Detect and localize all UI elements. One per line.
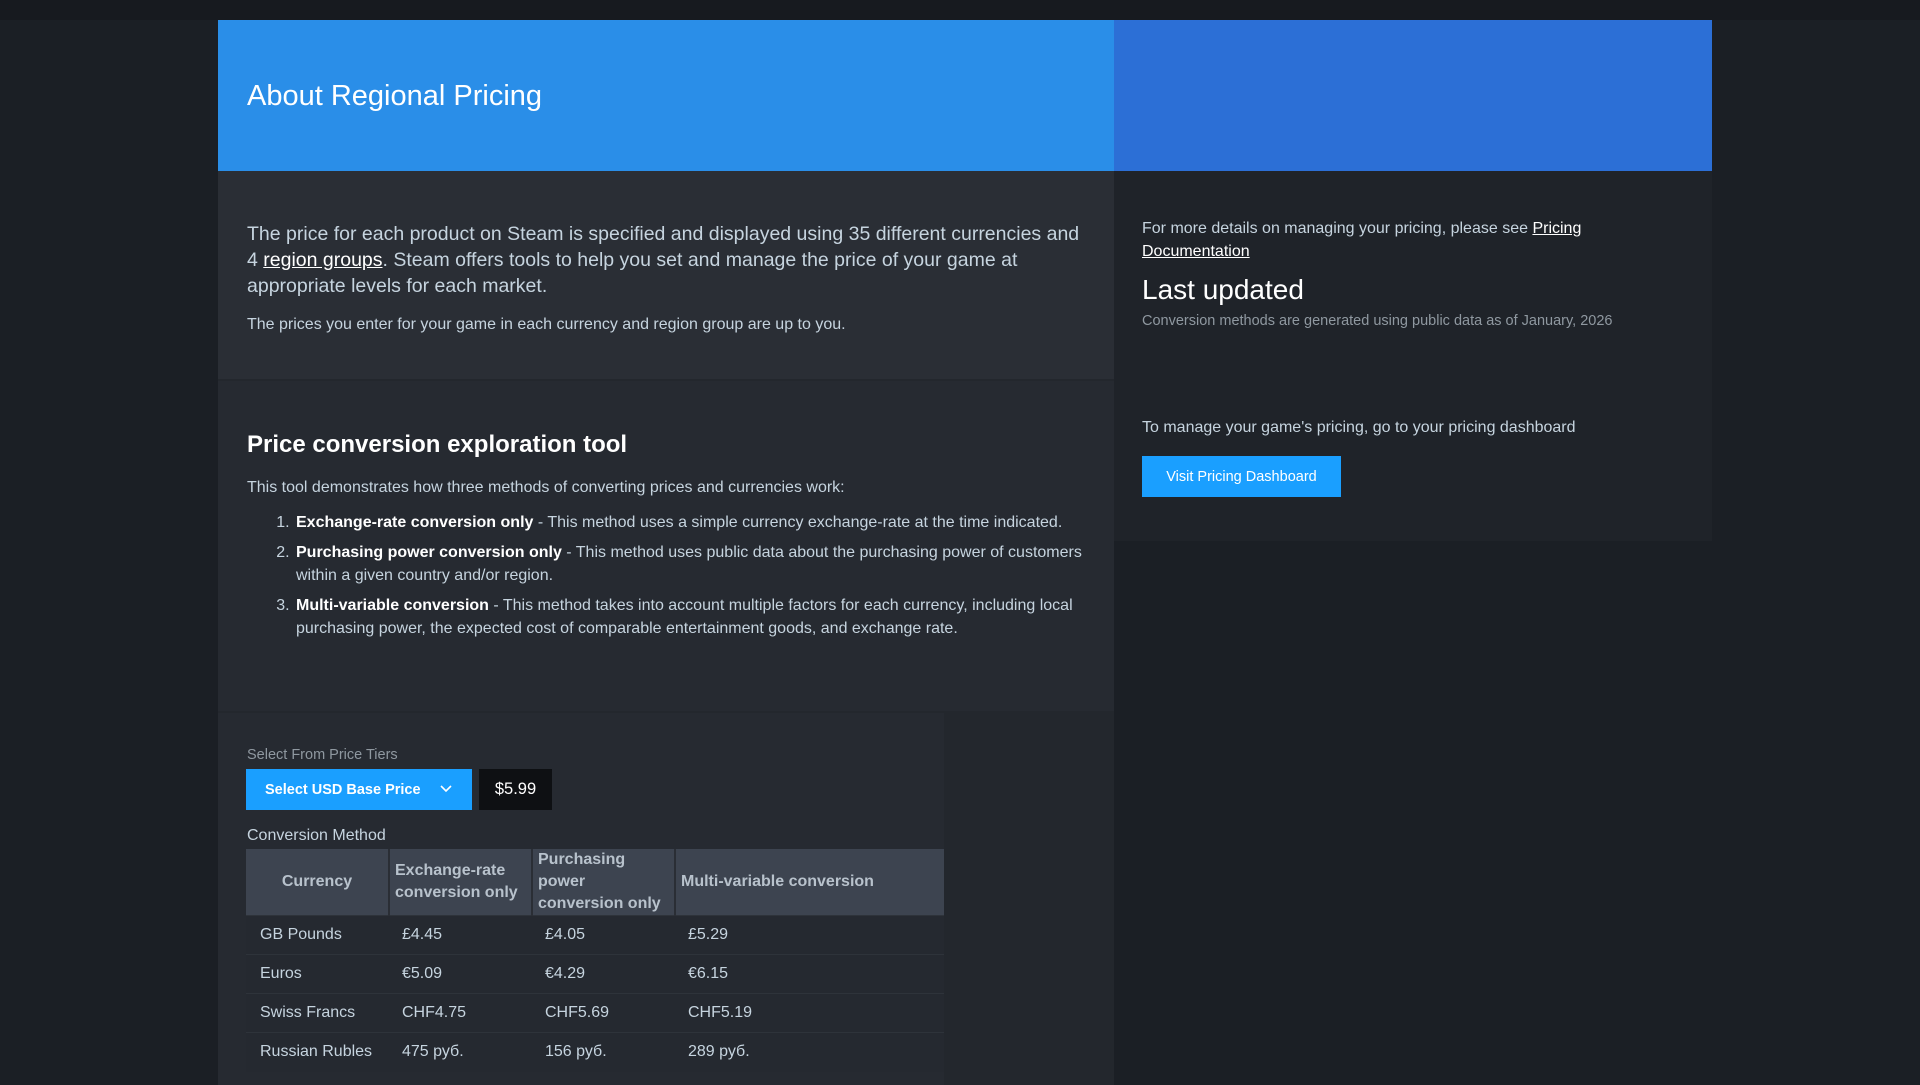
- price-tier-label: Select From Price Tiers: [247, 747, 398, 763]
- header-banner-right: [1114, 20, 1712, 171]
- chevron-down-icon: [440, 785, 452, 793]
- visit-pricing-dashboard-button[interactable]: Visit Pricing Dashboard: [1142, 456, 1341, 497]
- top-bar: [0, 0, 1920, 20]
- page-header: About Regional Pricing: [218, 20, 1712, 171]
- price-cell: €6.15: [675, 954, 946, 994]
- dropdown-label: Select USD Base Price: [265, 781, 421, 798]
- price-cell: €4.29: [532, 954, 675, 994]
- price-cell: 475 руб.: [389, 1032, 532, 1072]
- converter-panel: Select From Price Tiers Select USD Base …: [218, 713, 946, 1085]
- pricing-docs-note: For more details on managing your pricin…: [1142, 217, 1683, 263]
- regional-pricing-page: About Regional Pricing The price for eac…: [218, 20, 1712, 1085]
- price-cell: £4.45: [389, 915, 532, 955]
- column-header-exchange-rate: Exchange-rate conversion only: [389, 849, 533, 916]
- price-cell: CHF5.69: [532, 993, 675, 1033]
- method-item: Purchasing power conversion only - This …: [294, 541, 1085, 587]
- manage-pricing-text: To manage your game's pricing, go to you…: [1142, 419, 1576, 436]
- method-item: Multi-variable conversion - This method …: [294, 594, 1085, 640]
- last-updated-note: Conversion methods are generated using p…: [1142, 313, 1613, 329]
- converter-section: Select From Price Tiers Select USD Base …: [218, 713, 1114, 1085]
- column-header-multi-variable: Multi-variable conversion: [675, 849, 946, 916]
- method-text: - This method uses a simple currency exc…: [533, 514, 1063, 531]
- conversion-table: Currency Exchange-rate conversion only P…: [246, 849, 946, 1072]
- header-banner: About Regional Pricing: [218, 20, 1114, 171]
- column-header-purchasing-power: Purchasing power conversion only: [532, 849, 676, 916]
- table-header-row: Currency Exchange-rate conversion only P…: [246, 849, 946, 916]
- page-title: About Regional Pricing: [247, 80, 543, 112]
- conversion-method-label: Conversion Method: [247, 827, 386, 844]
- currency-cell: GB Pounds: [246, 915, 389, 955]
- method-item: Exchange-rate conversion only - This met…: [294, 511, 1085, 534]
- tool-description: This tool demonstrates how three methods…: [247, 479, 845, 496]
- currency-cell: Russian Rubles: [246, 1032, 389, 1072]
- price-cell: 289 руб.: [675, 1032, 946, 1072]
- price-cell: €5.09: [389, 954, 532, 994]
- main-column: The price for each product on Steam is s…: [218, 171, 1114, 1085]
- region-groups-link[interactable]: region groups: [263, 249, 382, 271]
- intro-paragraph: The price for each product on Steam is s…: [247, 221, 1085, 299]
- table-row: Russian Rubles 475 руб. 156 руб. 289 руб…: [246, 1032, 946, 1072]
- price-cell: CHF5.19: [675, 993, 946, 1033]
- pricing-docs-text: For more details on managing your pricin…: [1142, 220, 1533, 237]
- intro-note: The prices you enter for your game in ea…: [247, 316, 846, 333]
- conversion-tool-section: Price conversion exploration tool This t…: [218, 381, 1114, 713]
- price-cell: £4.05: [532, 915, 675, 955]
- table-row: Euros €5.09 €4.29 €6.15: [246, 954, 946, 994]
- currency-cell: Euros: [246, 954, 389, 994]
- converter-side-panel: [944, 713, 1114, 1085]
- price-cell: CHF4.75: [389, 993, 532, 1033]
- select-base-price-dropdown[interactable]: Select USD Base Price: [246, 769, 472, 810]
- intro-section: The price for each product on Steam is s…: [218, 171, 1114, 381]
- column-header-currency: Currency: [246, 849, 390, 916]
- method-name: Multi-variable conversion: [296, 597, 489, 614]
- tool-title: Price conversion exploration tool: [247, 431, 628, 458]
- sidebar: For more details on managing your pricin…: [1114, 171, 1712, 541]
- price-cell: 156 руб.: [532, 1032, 675, 1072]
- last-updated-title: Last updated: [1142, 274, 1304, 305]
- table-row: Swiss Francs CHF4.75 CHF5.69 CHF5.19: [246, 993, 946, 1033]
- price-cell: £5.29: [675, 915, 946, 955]
- method-name: Purchasing power conversion only: [296, 544, 562, 561]
- base-price-display: $5.99: [479, 769, 552, 810]
- method-list: Exchange-rate conversion only - This met…: [294, 511, 1085, 640]
- table-row: GB Pounds £4.45 £4.05 £5.29: [246, 915, 946, 955]
- method-name: Exchange-rate conversion only: [296, 514, 534, 531]
- currency-cell: Swiss Francs: [246, 993, 389, 1033]
